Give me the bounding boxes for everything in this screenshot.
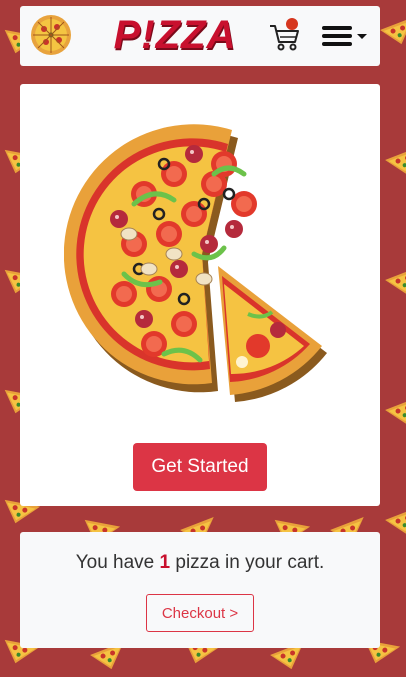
cart-button[interactable] bbox=[268, 18, 302, 54]
brand-logo-text[interactable]: P!ZZA bbox=[110, 8, 240, 62]
chevron-down-icon bbox=[357, 34, 367, 39]
cart-item-count: 1 bbox=[159, 552, 171, 573]
background-pizza-slice bbox=[385, 146, 406, 175]
pizza-logo-icon[interactable] bbox=[30, 14, 72, 56]
menu-toggle-button[interactable] bbox=[320, 24, 370, 52]
background-pizza-slice bbox=[380, 16, 406, 45]
cart-summary-card: You have 1 pizza in your cart. Checkout … bbox=[20, 532, 380, 648]
background-pizza-slice bbox=[385, 396, 406, 425]
cart-summary-suffix: pizza in your cart. bbox=[175, 552, 325, 573]
checkout-button[interactable]: Checkout > bbox=[146, 594, 254, 632]
background-pizza-slice bbox=[385, 506, 406, 535]
navbar: P!ZZA bbox=[20, 6, 380, 66]
cart-summary-prefix: You have bbox=[75, 552, 155, 573]
background-pizza-slice bbox=[385, 266, 406, 295]
hero-card: Get Started bbox=[20, 84, 380, 506]
get-started-button[interactable]: Get Started bbox=[133, 443, 267, 491]
cart-summary-text: You have 1 pizza in your cart. bbox=[20, 552, 380, 574]
pizza-illustration bbox=[64, 124, 327, 402]
cart-badge bbox=[286, 18, 298, 30]
